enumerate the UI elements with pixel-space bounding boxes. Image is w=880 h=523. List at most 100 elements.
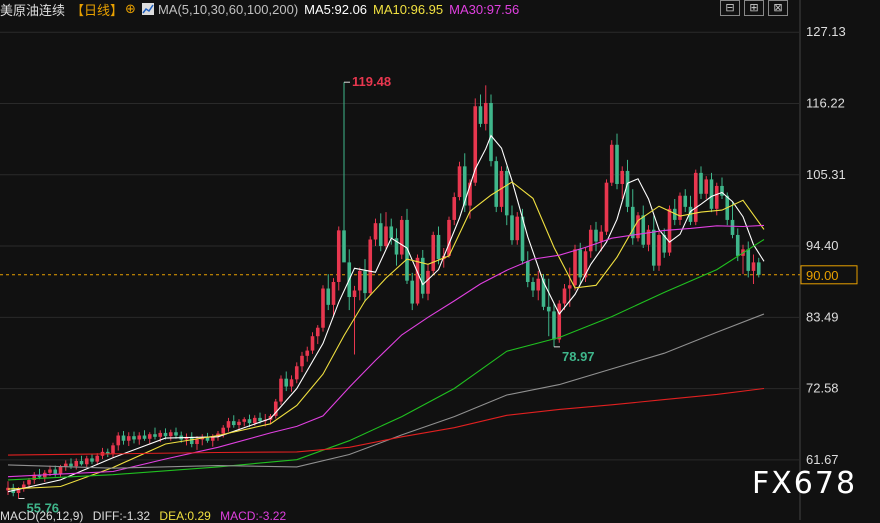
candle-body (620, 170, 625, 184)
candle-body (651, 229, 656, 266)
last-price-label: 90.00 (806, 268, 839, 283)
candle-body (510, 215, 514, 241)
candle-body (457, 166, 462, 198)
expand-button[interactable]: ⊞ (744, 0, 764, 16)
candle-body (242, 419, 247, 422)
candle-body (74, 461, 79, 467)
candle-body (363, 270, 367, 294)
y-tick-label: 61.67 (806, 452, 839, 467)
candle-body (53, 469, 58, 475)
candle-body (58, 466, 63, 475)
candle-body (573, 249, 577, 286)
candle-body (756, 262, 761, 275)
candle-body (683, 195, 688, 207)
candle-body (252, 417, 257, 424)
y-axis: 127.13 116.22 105.31 94.40 83.49 72.58 61.67 (806, 24, 846, 467)
candle-body (373, 223, 378, 240)
candle-body (415, 257, 420, 304)
macd-label[interactable]: MACD(26,12,9) (0, 509, 83, 523)
ma-line-ma100 (7, 313, 765, 469)
candle-body (258, 417, 262, 422)
candle-body (447, 219, 451, 256)
candle-body (147, 434, 152, 439)
candle-body (546, 306, 551, 312)
ma-line-ma30 (7, 224, 765, 478)
candle-body (578, 249, 583, 278)
candle-body (384, 226, 388, 247)
candle-body (79, 461, 84, 465)
candle-body (48, 469, 52, 473)
candle-body (247, 419, 252, 424)
symbol-name[interactable]: 美原油连续 (0, 0, 65, 19)
ma30-value: MA30:97.56 (449, 1, 520, 17)
macd-value: MACD:-3.22 (220, 509, 287, 523)
annotation-high: 119.48 (352, 74, 391, 89)
candle-body (751, 262, 756, 271)
candle-body (630, 206, 635, 239)
ma-params: MA(5,10,30,60,100,200) (157, 1, 299, 17)
candle-body (567, 285, 572, 289)
candle-body (515, 216, 520, 241)
macd-header: MACD(26,12,9) DIFF:-1.32 DEA:0.29 MACD:-… (0, 509, 292, 523)
ma-line-ma60 (7, 239, 765, 481)
watermark: FX678 (752, 466, 858, 501)
candle-body (609, 144, 614, 183)
candle-body (562, 288, 567, 304)
candle-body (599, 231, 604, 242)
candle-body (641, 215, 646, 245)
candle-body (84, 458, 89, 465)
candle-body (226, 421, 231, 428)
candle-body (163, 432, 168, 437)
last-price-marker: 90.00 (800, 265, 858, 285)
candle-body (321, 288, 325, 328)
candle-body (746, 249, 751, 271)
candle-body (69, 463, 73, 467)
close-panel-button[interactable]: ⊠ (768, 0, 788, 16)
candle-body (284, 378, 289, 387)
candle-body (531, 281, 535, 291)
price-chart[interactable]: 127.13 116.22 105.31 94.40 83.49 72.58 61.67 1… (0, 0, 880, 520)
chart-line-icon (142, 4, 154, 14)
candle-body (300, 355, 304, 367)
y-tick-label: 127.13 (806, 24, 846, 39)
candle-body (478, 106, 483, 124)
candle-body (494, 161, 499, 207)
candle-body (90, 458, 94, 462)
candle-body (693, 172, 698, 222)
candle-body (735, 234, 740, 256)
annotation-low: 78.97 (562, 349, 595, 364)
candle-body (168, 432, 173, 437)
candle-body (158, 432, 163, 437)
candle-body (111, 445, 115, 454)
candle-body (137, 435, 142, 440)
candle-body (331, 281, 336, 305)
ma5-value: MA5:92.06 (304, 1, 368, 17)
candle-body (431, 234, 436, 271)
candle-body (95, 455, 100, 462)
candle-body (604, 182, 609, 232)
candle-body (615, 144, 619, 184)
settings-icon[interactable]: ⊕ (125, 2, 136, 17)
ma-line-ma5 (7, 134, 765, 493)
candle-body (315, 327, 320, 337)
candle-body (389, 226, 394, 239)
candle-body (552, 311, 556, 340)
ma10-value: MA10:96.95 (373, 1, 444, 17)
candle-body (132, 436, 136, 440)
candle-body (594, 229, 598, 242)
indicator-icon[interactable] (141, 3, 154, 15)
candle-body (195, 439, 199, 445)
collapse-button[interactable]: ⊟ (720, 0, 740, 16)
candle-body (153, 434, 157, 437)
period-label[interactable]: 【日线】 (71, 0, 123, 19)
candle-body (730, 219, 735, 235)
candle-body (657, 234, 661, 266)
candle-body (410, 280, 415, 304)
candle-body (536, 278, 541, 291)
candle-body (221, 427, 226, 434)
candle-body (699, 172, 703, 194)
candlesticks (6, 82, 761, 499)
candle-body (667, 208, 672, 253)
moving-average-lines (7, 134, 765, 493)
candle-body (504, 170, 509, 216)
